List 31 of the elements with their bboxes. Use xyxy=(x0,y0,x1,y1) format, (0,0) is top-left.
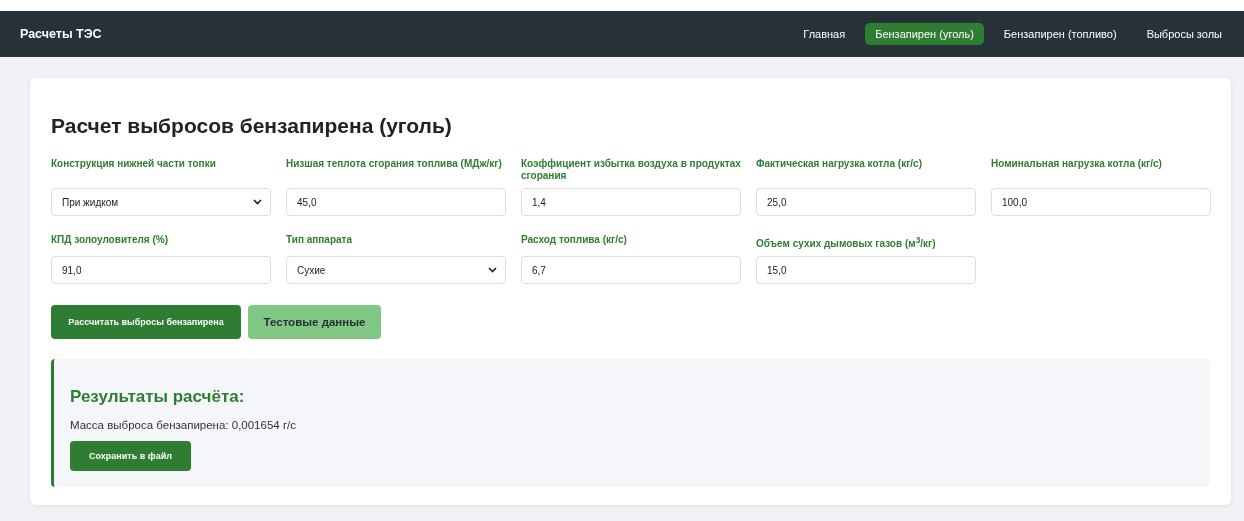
field-label: Фактическая нагрузка котла (кг/с) xyxy=(756,158,923,170)
input-field[interactable]: 25,0 xyxy=(756,188,976,216)
chevron-down-icon xyxy=(253,199,262,205)
brand-title: Расчеты ТЭС xyxy=(20,27,102,41)
input-field[interactable]: 15,0 xyxy=(756,256,976,285)
field-label: Коэффициент избытка воздуха в продуктах сгорания xyxy=(521,158,741,182)
test-data-button[interactable]: Тестовые данные xyxy=(248,305,381,340)
field-label: Низшая теплота сгорания топлива (МДж/кг) xyxy=(286,158,503,170)
input-field[interactable]: 6,7 xyxy=(521,256,741,285)
nav-link[interactable]: Бензапирен (уголь) xyxy=(865,23,984,45)
calculate-button[interactable]: Рассчитать выбросы бензапирена xyxy=(51,305,241,340)
field-label: Объем сухих дымовых газов (м$^{3}$/кг) xyxy=(756,234,937,251)
input-field[interactable]: 1,4 xyxy=(521,188,741,216)
input-field[interactable]: 91,0 xyxy=(51,256,271,285)
nav-link[interactable]: Главная xyxy=(793,23,856,45)
field-label: Номинальная нагрузка котла (кг/с) xyxy=(991,158,1163,170)
input-field[interactable]: 100,0 xyxy=(991,188,1211,216)
nav-link[interactable]: Бензапирен (топливо) xyxy=(993,23,1127,45)
chevron-down-icon xyxy=(488,267,497,274)
field-label: Расход топлива (кг/с) xyxy=(521,234,628,246)
select-field[interactable]: Сухие xyxy=(286,256,506,285)
select-field[interactable]: При жидком xyxy=(51,188,271,216)
page-title: Расчет выбросов бензапирена (уголь) xyxy=(51,114,453,138)
input-field[interactable]: 45,0 xyxy=(286,188,506,216)
nav-link[interactable]: Выбросы золы xyxy=(1136,23,1232,45)
result-text: Масса выброса бензапирена: 0,001654 г/с xyxy=(70,419,298,432)
save-button[interactable]: Сохранить в файл xyxy=(70,441,191,472)
field-label: Конструкция нижней части топки xyxy=(51,158,217,170)
results-title: Результаты расчёта: xyxy=(70,387,246,408)
field-label: КПД золоуловителя (%) xyxy=(51,234,169,246)
field-label: Тип аппарата xyxy=(286,234,354,246)
